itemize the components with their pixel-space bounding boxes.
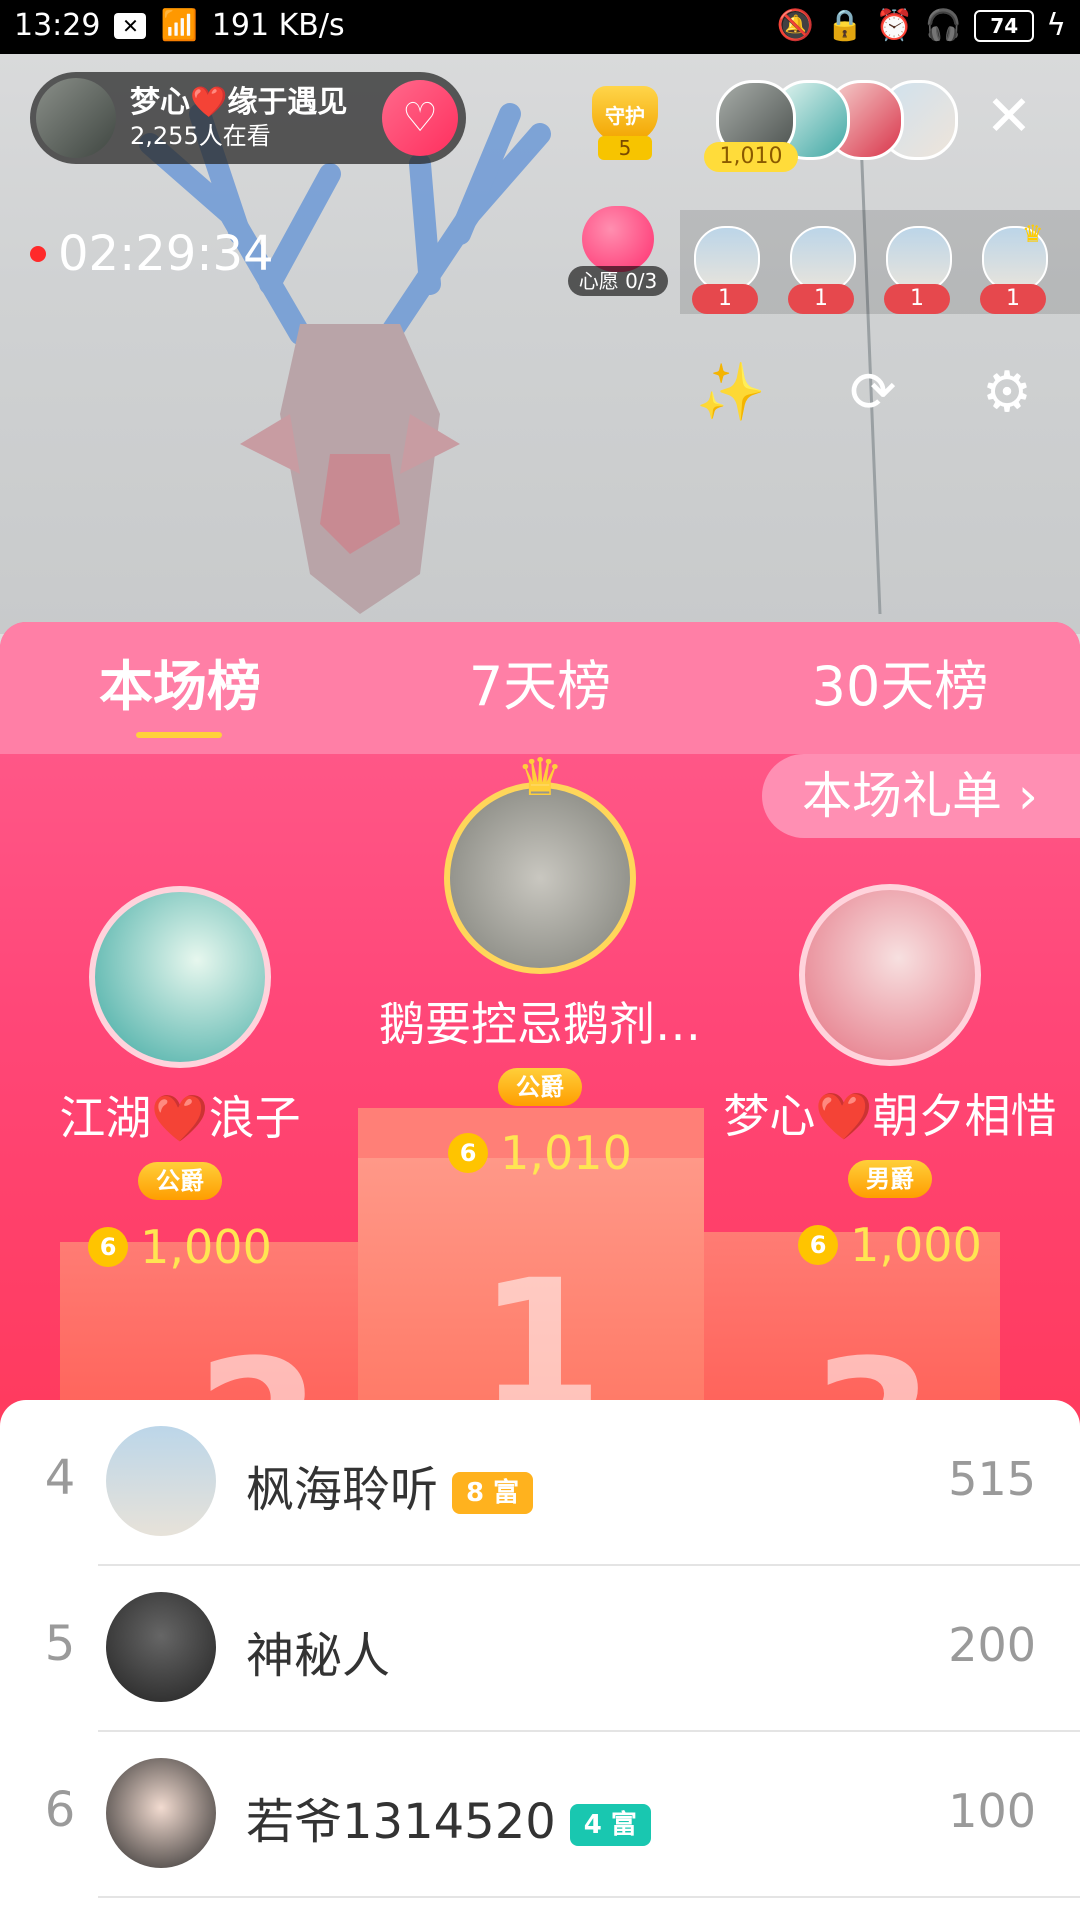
winner-score: 6 1,000 (20, 1220, 340, 1274)
headphones-icon: 🎧 (924, 8, 963, 43)
user-avatar[interactable] (106, 1758, 216, 1868)
gift-count: 1 (884, 284, 950, 314)
rank-number: 6 (44, 1782, 76, 1838)
guard-count: 5 (598, 136, 652, 160)
list-item[interactable]: 5 神秘人 200 (0, 1566, 1080, 1732)
noble-badge: 公爵 (138, 1162, 222, 1200)
winner-score: 6 1,010 (330, 1126, 750, 1180)
close-button[interactable]: ✕ (984, 89, 1034, 145)
gift-sender[interactable]: 1 (882, 226, 952, 316)
gift-count: 1 (980, 284, 1046, 314)
top-viewer-contribution: 1,010 (704, 142, 798, 172)
live-timer: 02:29:34 (30, 226, 274, 282)
lock-icon: 🔒 (826, 8, 864, 43)
user-name: 神秘人 (246, 1628, 391, 1684)
user-score: 200 (948, 1618, 1036, 1672)
tab-7-days[interactable]: 7天榜 (440, 652, 640, 722)
gift-sender[interactable]: 1 (786, 226, 856, 316)
coin-icon: 6 (448, 1133, 489, 1173)
settings-gear-icon[interactable]: ⚙ (970, 356, 1044, 430)
clock: 13:29 (14, 8, 101, 43)
winner-name: 鹅要控忌鹅剂… (379, 997, 701, 1051)
wish-heart-icon (582, 206, 654, 272)
gift-count: 1 (692, 284, 758, 314)
winner-score: 6 1,000 (720, 1218, 1060, 1272)
noble-badge: 公爵 (498, 1068, 582, 1106)
battery-icon: 74 (974, 9, 1035, 42)
coin-icon: 6 (88, 1227, 129, 1267)
wifi-icon: 📶 (160, 8, 198, 43)
tab-current-session[interactable]: 本场榜 (80, 652, 280, 722)
user-name: 枫海聆听 (246, 1462, 439, 1518)
host-name: 梦心❤️缘于遇见 (130, 85, 348, 120)
list-item[interactable]: 4 枫海聆听 8 富 515 (0, 1400, 1080, 1566)
noble-badge: 男爵 (848, 1160, 932, 1198)
user-name-line: 若爷1314520 4 富 (246, 1782, 651, 1852)
winner-avatar[interactable] (799, 884, 981, 1066)
user-avatar[interactable] (106, 1426, 216, 1536)
winner-score-value: 1,010 (500, 1126, 632, 1180)
winner-name: 江湖❤️浪子 (59, 1091, 301, 1145)
winner-score-value: 1,000 (140, 1220, 272, 1274)
host-avatar[interactable] (36, 78, 116, 158)
user-name-line: 神秘人 (246, 1616, 390, 1686)
alarm-icon: ⏰ (875, 8, 913, 43)
charging-icon: ϟ (1046, 8, 1066, 43)
beauty-magic-wand-icon[interactable]: ✨ (694, 356, 768, 430)
wish-button[interactable]: 心愿 0/3 (568, 206, 668, 296)
winner-rank-1[interactable]: ♛ 鹅要控忌鹅剂… 公爵 6 1,010 (330, 748, 750, 1180)
host-info-pill[interactable]: 梦心❤️缘于遇见 2,255人在看 ♡ (30, 72, 466, 164)
mystery-user-avatar[interactable] (106, 1592, 216, 1702)
winner-rank-2[interactable]: 江湖❤️浪子 公爵 6 1,000 (20, 886, 340, 1274)
active-tab-indicator (136, 732, 222, 738)
gift-sender-avatar (694, 226, 760, 292)
winner-score-value: 1,000 (850, 1218, 982, 1272)
switch-camera-icon[interactable]: ⟳ (836, 356, 910, 430)
viewer-count: 2,255人在看 (130, 122, 271, 150)
coin-icon: 6 (798, 1225, 839, 1265)
gift-sender-avatar (886, 226, 952, 292)
user-score: 515 (948, 1452, 1036, 1506)
guard-badge[interactable]: 守护 5 (580, 80, 670, 164)
user-name-line: 枫海聆听 8 富 (246, 1450, 534, 1520)
winner-avatar[interactable] (89, 886, 271, 1068)
top-viewers[interactable]: 1,010 (704, 80, 958, 172)
wealth-level-badge: 4 富 (569, 1804, 651, 1846)
guard-label: 守护 (592, 86, 658, 142)
ranking-list: 4 枫海聆听 8 富 515 5 神秘人 200 6 若爷1314520 4 富 1… (0, 1400, 1080, 1920)
follow-heart-button[interactable]: ♡ (382, 80, 458, 156)
gift-sender-strip: 1 1 1 ♛ 1 (680, 210, 1080, 314)
gift-count: 1 (788, 284, 854, 314)
list-item[interactable]: 6 若爷1314520 4 富 100 (0, 1732, 1080, 1898)
rank-number: 4 (44, 1450, 76, 1506)
user-name: 若爷1314520 (246, 1794, 556, 1850)
heart-plus-icon: ♡ (402, 95, 438, 141)
network-speed: 191 KB/s (211, 8, 345, 43)
tab-30-days[interactable]: 30天榜 (790, 652, 1010, 722)
crown-icon: ♛ (516, 748, 564, 808)
x-box-icon: ✕ (114, 12, 147, 39)
gift-sender[interactable]: ♛ 1 (978, 220, 1048, 316)
timer-value: 02:29:34 (58, 226, 274, 282)
wish-label: 心愿 0/3 (568, 266, 668, 296)
ranking-tabs: 本场榜 7天榜 30天榜 (0, 622, 1080, 754)
gift-sender[interactable]: 1 (690, 226, 760, 316)
crown-icon: ♛ (1022, 220, 1044, 248)
status-bar: 13:29 ✕ 📶 191 KB/s 🔕 🔒 ⏰ 🎧 74 ϟ (0, 0, 1080, 54)
silent-bell-icon: 🔕 (776, 8, 815, 43)
wealth-level-badge: 8 富 (452, 1472, 534, 1514)
rank-number: 5 (44, 1616, 76, 1672)
session-gift-list-button[interactable]: 本场礼单 › (762, 754, 1080, 838)
winner-rank-3[interactable]: 梦心❤️朝夕相惜 男爵 6 1,000 (720, 884, 1060, 1272)
divider (98, 1896, 1080, 1898)
recording-dot-icon (30, 246, 46, 262)
gift-sender-avatar (790, 226, 856, 292)
winner-name: 梦心❤️朝夕相惜 (723, 1089, 1057, 1143)
winner-avatar[interactable] (444, 782, 636, 974)
user-score: 100 (948, 1784, 1036, 1838)
